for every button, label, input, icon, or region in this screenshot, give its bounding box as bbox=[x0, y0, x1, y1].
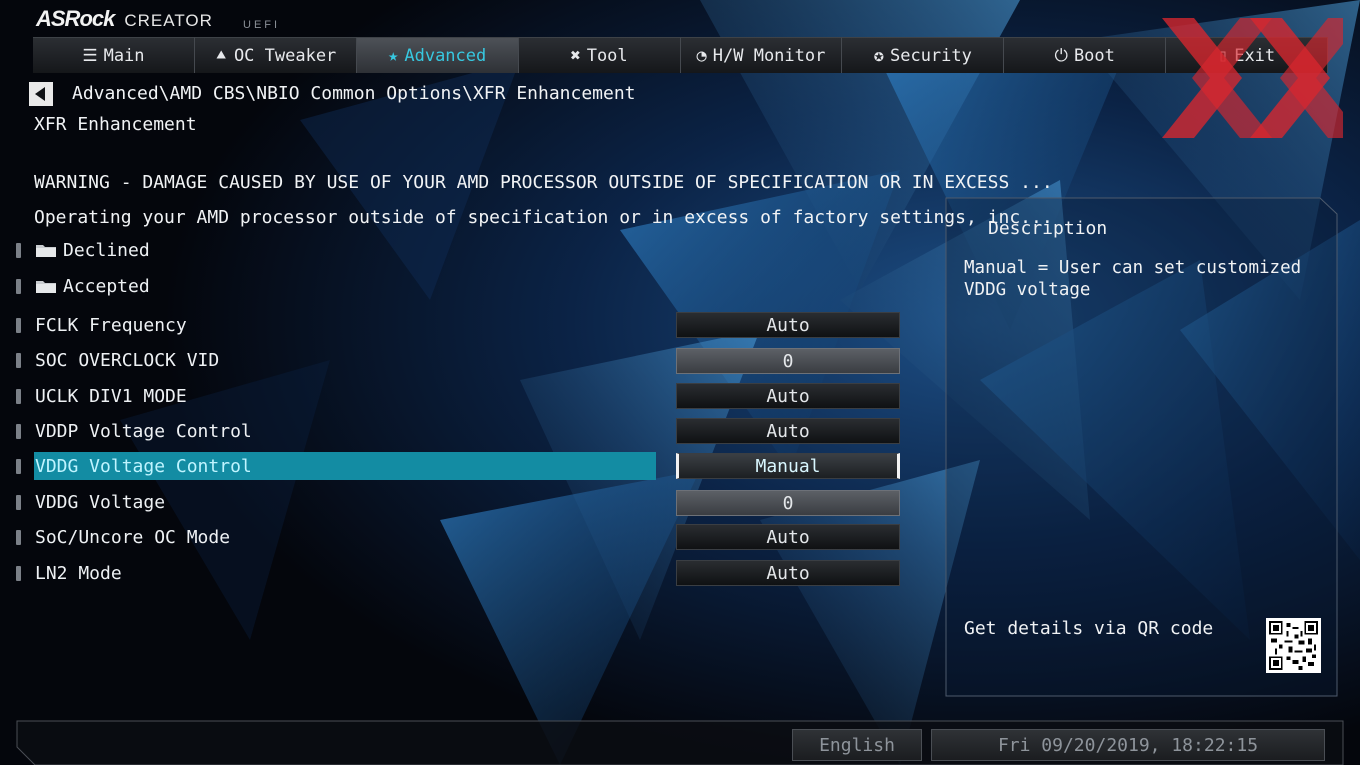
setting-vddg-voltage-control[interactable]: VDDG Voltage Control bbox=[14, 452, 656, 480]
tab-label: Exit bbox=[1234, 45, 1276, 66]
exit-icon: ▯ bbox=[1217, 45, 1229, 66]
brand-series: CREATOR bbox=[124, 11, 213, 30]
shield-icon: ✪ bbox=[873, 45, 884, 66]
tab-security[interactable]: ✪ Security bbox=[842, 37, 1005, 73]
item-bullet bbox=[16, 317, 21, 333]
tab-label: H/W Monitor bbox=[712, 45, 826, 66]
monitor-icon: ◔ bbox=[696, 45, 707, 66]
setting-vddg-voltage[interactable]: VDDG Voltage bbox=[14, 488, 644, 516]
tab-hw-monitor[interactable]: ◔ H/W Monitor bbox=[680, 37, 843, 73]
power-icon: ⏻ bbox=[1054, 45, 1068, 66]
star-icon: ★ bbox=[388, 45, 399, 66]
submenu-accepted[interactable]: Accepted bbox=[14, 272, 644, 300]
brand-logo: ASRock CREATOR UEFI bbox=[36, 6, 277, 34]
page-title: XFR Enhancement bbox=[34, 114, 197, 135]
datetime-display: Fri 09/20/2019, 18:22:15 bbox=[931, 729, 1325, 761]
item-label: Declined bbox=[63, 239, 150, 261]
setting-vddp-voltage-control[interactable]: VDDP Voltage Control bbox=[14, 417, 644, 445]
tab-advanced[interactable]: ★ Advanced bbox=[356, 37, 519, 73]
folder-icon bbox=[36, 281, 56, 293]
tab-oc-tweaker[interactable]: ⯅ OC Tweaker bbox=[194, 37, 357, 73]
setting-label: FCLK Frequency bbox=[35, 314, 187, 336]
tab-label: Advanced bbox=[404, 45, 487, 66]
back-button[interactable] bbox=[29, 82, 53, 106]
setting-ln2-mode[interactable]: LN2 Mode bbox=[14, 559, 644, 587]
brand-name: ASRock bbox=[36, 6, 115, 31]
rocket-icon: ⯅ bbox=[214, 45, 228, 66]
description-title: Description bbox=[988, 218, 1108, 239]
item-bullet bbox=[16, 458, 21, 474]
soc-overclock-vid-input[interactable]: 0 bbox=[676, 348, 900, 374]
ln2-mode-select[interactable]: Auto bbox=[676, 560, 900, 586]
tab-label: Security bbox=[889, 45, 972, 66]
setting-label: VDDP Voltage Control bbox=[35, 420, 252, 442]
uefi-label: UEFI bbox=[243, 19, 281, 31]
setting-label: SOC OVERCLOCK VID bbox=[35, 349, 220, 371]
soc-uncore-oc-mode-select[interactable]: Auto bbox=[676, 524, 900, 550]
setting-fclk-frequency[interactable]: FCLK Frequency bbox=[14, 311, 644, 339]
main-tab-bar: ☰ Main ⯅ OC Tweaker ★ Advanced ✖ Tool ◔ … bbox=[33, 37, 1328, 73]
item-bullet bbox=[16, 529, 21, 545]
setting-label: VDDG Voltage bbox=[35, 491, 166, 513]
arrow-left-icon bbox=[35, 87, 45, 101]
setting-soc-uncore-oc-mode[interactable]: SoC/Uncore OC Mode bbox=[14, 523, 644, 551]
setting-label: LN2 Mode bbox=[35, 562, 122, 584]
tab-tool[interactable]: ✖ Tool bbox=[518, 37, 681, 73]
fclk-frequency-select[interactable]: Auto bbox=[676, 312, 900, 338]
tab-label: Tool bbox=[586, 45, 628, 66]
submenu-declined[interactable]: Declined bbox=[14, 236, 644, 264]
tab-label: OC Tweaker bbox=[233, 45, 337, 66]
tab-label: Main bbox=[103, 45, 145, 66]
item-bullet bbox=[16, 494, 21, 510]
setting-soc-overclock-vid[interactable]: SOC OVERCLOCK VID bbox=[14, 346, 644, 374]
tab-main[interactable]: ☰ Main bbox=[33, 37, 195, 73]
item-bullet bbox=[16, 423, 21, 439]
vddg-voltage-input[interactable]: 0 bbox=[676, 490, 900, 516]
setting-uclk-div1-mode[interactable]: UCLK DIV1 MODE bbox=[14, 382, 644, 410]
setting-label: UCLK DIV1 MODE bbox=[35, 385, 187, 407]
vddp-voltage-control-select[interactable]: Auto bbox=[676, 418, 900, 444]
description-text: Manual = User can set customized VDDG vo… bbox=[964, 258, 1302, 300]
item-bullet bbox=[16, 565, 21, 581]
vddg-voltage-control-select[interactable]: Manual bbox=[676, 453, 900, 479]
item-bullet bbox=[16, 242, 21, 258]
language-button[interactable]: English bbox=[792, 729, 922, 761]
item-bullet bbox=[16, 388, 21, 404]
item-label: Accepted bbox=[63, 275, 150, 297]
setting-label: VDDG Voltage Control bbox=[35, 455, 252, 477]
tab-boot[interactable]: ⏻ Boot bbox=[1004, 37, 1167, 73]
uclk-div1-mode-select[interactable]: Auto bbox=[676, 383, 900, 409]
breadcrumb: Advanced\AMD CBS\NBIO Common Options\XFR… bbox=[72, 83, 636, 104]
tab-exit[interactable]: ▯ Exit bbox=[1166, 37, 1328, 73]
list-icon: ☰ bbox=[82, 45, 98, 66]
qr-code-icon bbox=[1266, 618, 1321, 673]
setting-label: SoC/Uncore OC Mode bbox=[35, 526, 231, 548]
warning-heading: WARNING - DAMAGE CAUSED BY USE OF YOUR A… bbox=[34, 172, 1053, 193]
folder-icon bbox=[36, 245, 56, 257]
tools-icon: ✖ bbox=[570, 45, 581, 66]
tab-label: Boot bbox=[1073, 45, 1115, 66]
item-bullet bbox=[16, 352, 21, 368]
item-bullet bbox=[16, 278, 21, 294]
qr-code-label: Get details via QR code bbox=[964, 618, 1214, 639]
warning-text: Operating your AMD processor outside of … bbox=[34, 207, 1053, 228]
